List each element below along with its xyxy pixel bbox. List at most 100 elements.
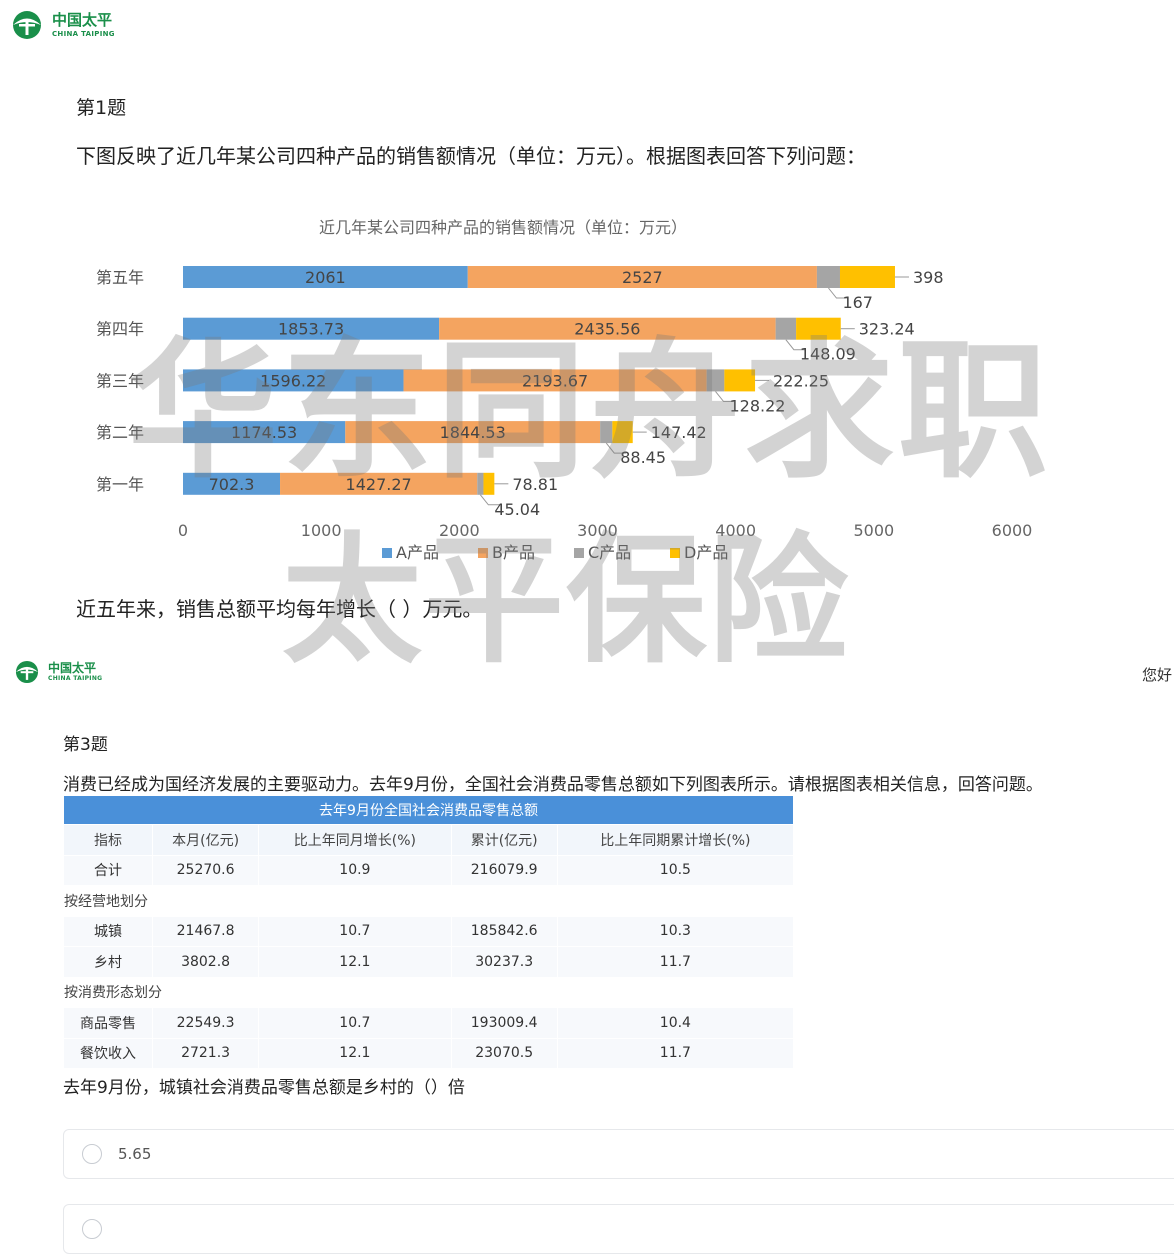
data-label: 167 xyxy=(842,293,873,312)
table-cell: 193009.4 xyxy=(450,1007,558,1039)
question-3-prompt: 去年9月份，城镇社会消费品零售总额是乡村的（）倍 xyxy=(63,1078,465,1098)
table-cell: 25270.6 xyxy=(152,854,260,886)
bar-segment xyxy=(612,421,633,444)
table-cell: 城镇 xyxy=(62,915,154,947)
radio-button[interactable] xyxy=(82,1144,102,1164)
legend-swatch xyxy=(670,548,680,558)
legend-label: A产品 xyxy=(396,543,439,562)
table-cell: 11.7 xyxy=(556,946,795,978)
table-cell: 10.4 xyxy=(556,1007,795,1039)
table-cell: 10.5 xyxy=(556,854,795,886)
data-label: 128.22 xyxy=(729,396,785,415)
column-header: 比上年同月增长(%) xyxy=(258,824,452,856)
data-label: 1844.53 xyxy=(440,423,506,442)
table-caption: 去年9月份全国社会消费品零售总额 xyxy=(63,795,794,825)
data-label: 148.09 xyxy=(800,345,856,364)
table-cell: 185842.6 xyxy=(450,915,558,947)
taiping-emblem-icon xyxy=(15,660,39,684)
taiping-emblem-icon xyxy=(13,11,41,39)
table-cell: 商品零售 xyxy=(62,1007,154,1039)
option-label: 5.65 xyxy=(118,1145,152,1163)
question-3-title: 第3题 xyxy=(63,735,108,755)
data-label: 88.45 xyxy=(620,448,666,467)
table-cell: 乡村 xyxy=(62,946,154,978)
table-cell: 21467.8 xyxy=(152,915,260,947)
x-axis-tick-label: 5000 xyxy=(853,521,894,540)
data-label: 1596.22 xyxy=(260,371,326,390)
table-cell: 2721.3 xyxy=(152,1037,260,1069)
user-greeting[interactable]: 您好 xyxy=(1142,664,1172,685)
bar-segment xyxy=(477,472,484,495)
y-axis-category-label: 第五年 xyxy=(96,268,144,287)
column-header: 比上年同期累计增长(%) xyxy=(556,824,795,856)
bar-segment xyxy=(706,369,725,392)
table-cell: 12.1 xyxy=(258,1037,452,1069)
question-1-stem: 下图反映了近几年某公司四种产品的销售额情况（单位：万元）。根据图表回答下列问题： xyxy=(76,144,866,168)
data-label: 702.3 xyxy=(209,475,255,494)
radio-button[interactable] xyxy=(82,1219,102,1239)
table-cell: 23070.5 xyxy=(450,1037,558,1069)
table-body: 合计 25270.6 10.9 216079.9 10.5 按经营地划分 城镇 21467.8… xyxy=(62,854,795,1069)
data-label: 147.42 xyxy=(651,423,707,442)
table-row: 餐饮收入 2721.3 12.1 23070.5 11.7 xyxy=(62,1037,795,1069)
answer-option-2[interactable] xyxy=(63,1204,1174,1254)
y-axis-category-label: 第四年 xyxy=(96,320,144,339)
bar-segment xyxy=(724,369,756,392)
company-logo: 中国太平 CHINA TAIPING xyxy=(8,10,115,40)
column-header: 指标 xyxy=(62,824,154,856)
table-cell: 11.7 xyxy=(556,1037,795,1069)
data-label: 1853.73 xyxy=(278,320,344,339)
x-axis-tick-label: 6000 xyxy=(992,521,1033,540)
data-label: 2193.67 xyxy=(522,371,588,390)
table-cell: 合计 xyxy=(62,854,154,886)
data-label: 398 xyxy=(913,268,944,287)
table-cell: 餐饮收入 xyxy=(62,1037,154,1069)
sales-stacked-bar-chart: 近几年某公司四种产品的销售额情况（单位：万元） 第五年 2061 2527 398 167… xyxy=(96,218,1033,562)
column-header: 累计(亿元) xyxy=(450,824,558,856)
table-section-row: 按消费形态划分 xyxy=(63,976,794,1008)
data-label: 323.24 xyxy=(859,320,915,339)
x-axis-tick-label: 3000 xyxy=(577,521,618,540)
table-row: 合计 25270.6 10.9 216079.9 10.5 xyxy=(62,854,795,886)
logo-en-text: CHINA TAIPING xyxy=(48,675,103,682)
bar-segment xyxy=(775,317,797,340)
bar-segment xyxy=(816,266,840,288)
data-label: 2435.56 xyxy=(574,320,640,339)
data-label: 78.81 xyxy=(512,475,558,494)
section-label: 按经营地划分 xyxy=(63,885,794,917)
table-row: 城镇 21467.8 10.7 185842.6 10.3 xyxy=(62,915,795,947)
legend-label: B产品 xyxy=(492,543,535,562)
data-label: 2527 xyxy=(622,268,663,287)
x-axis-tick-label: 4000 xyxy=(715,521,756,540)
question-1-prompt: 近五年来，销售总额平均每年增长（ ）万元。 xyxy=(76,597,483,621)
data-label: 1174.53 xyxy=(231,423,297,442)
y-axis-category-label: 第二年 xyxy=(96,423,144,442)
table-cell: 30237.3 xyxy=(450,946,558,978)
data-label: 1427.27 xyxy=(346,475,412,494)
data-label: 2061 xyxy=(305,268,346,287)
table-cell: 216079.9 xyxy=(450,854,558,886)
table-cell: 10.7 xyxy=(258,1007,452,1039)
logo-cn-text: 中国太平 xyxy=(48,661,97,675)
table-cell: 10.9 xyxy=(258,854,452,886)
section-label: 按消费形态划分 xyxy=(63,976,794,1008)
retail-sales-table: 去年9月份全国社会消费品零售总额 指标 本月(亿元) 比上年同月增长(%) 累计… xyxy=(62,795,795,1069)
logo-cn-text: 中国太平 xyxy=(52,10,113,29)
legend-label: C产品 xyxy=(588,543,631,562)
legend-swatch xyxy=(478,548,488,558)
bar-segment xyxy=(796,317,841,340)
answer-option-1[interactable]: 5.65 xyxy=(63,1129,1174,1179)
table-section-row: 按经营地划分 xyxy=(63,885,794,917)
table-cell: 10.7 xyxy=(258,915,452,947)
x-axis-tick-label: 2000 xyxy=(439,521,480,540)
table-row: 乡村 3802.8 12.1 30237.3 11.7 xyxy=(62,946,795,978)
bar-segment xyxy=(839,266,895,288)
y-axis-category-label: 第一年 xyxy=(96,475,144,494)
question-3-stem: 消费已经成为国经济发展的主要驱动力。去年9月份，全国社会消费品零售总额如下列图表… xyxy=(63,775,1043,795)
bar-segment xyxy=(600,421,613,444)
x-axis-tick-label: 1000 xyxy=(301,521,342,540)
company-logo-2: 中国太平 CHINA TAIPING xyxy=(12,660,102,684)
y-axis-category-label: 第三年 xyxy=(96,371,144,390)
data-label: 222.25 xyxy=(773,371,829,390)
bar-segment xyxy=(483,472,495,495)
